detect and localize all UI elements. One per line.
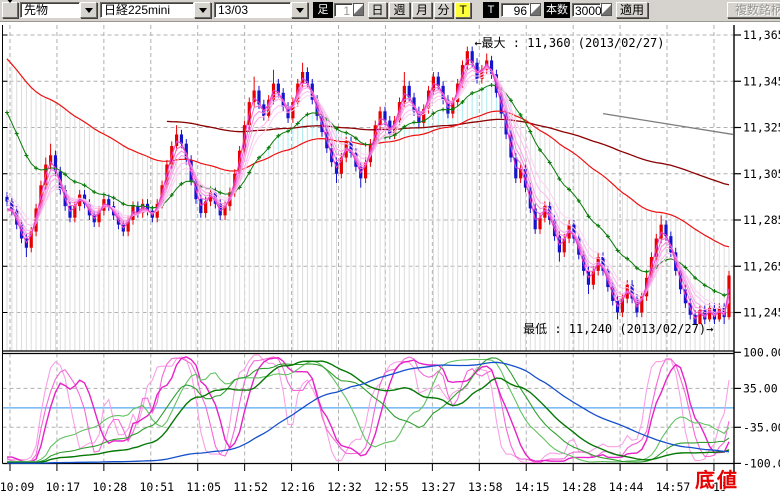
chevron-down-icon[interactable] (80, 2, 97, 18)
moving-averages (5, 59, 733, 319)
chart-application: 11,365 11,345 11,325 11,305 11,285 11,265 11,2… (0, 0, 780, 500)
gridlines (3, 25, 735, 464)
bar-count-label: 本数 (544, 2, 570, 18)
period-weekly-button[interactable]: 週 (389, 2, 410, 18)
toolbar: 先物 日経225mini 13/03 足 1 日 週 月 分 T T 96 本数… (0, 0, 780, 22)
time-axis-label: 13:27 (421, 480, 456, 494)
price-axis-label: 11,345 (743, 74, 780, 88)
spinner-icon[interactable] (353, 3, 364, 16)
time-axis-label: 13:58 (468, 480, 503, 494)
oscillator-axis-label: 100.00 (743, 345, 780, 359)
max-price-annotation: ←最大 : 11,360 (2013/02/27) (474, 36, 664, 50)
bottom-signal-label: 底値 (695, 464, 739, 493)
instrument-name-value: 日経225mini (100, 2, 194, 18)
period-tick-button[interactable]: T (455, 2, 471, 18)
time-axis-label: 12:32 (327, 480, 362, 494)
oscillator-axis-label: -100.00 (743, 456, 780, 470)
oscillator (3, 355, 735, 463)
contract-month-select[interactable]: 13/03 (214, 2, 308, 18)
instrument-name-select[interactable]: 日経225mini (100, 2, 211, 18)
time-axis-label: 11:52 (233, 480, 268, 494)
price-axis-label: 11,325 (743, 121, 780, 135)
chevron-down-icon[interactable] (291, 2, 308, 18)
price-axis-label: 11,365 (743, 28, 780, 42)
time-axis-label: 14:28 (562, 480, 597, 494)
tick-count-label: T (483, 2, 499, 18)
symbol-dropdown-button[interactable] (2, 2, 18, 18)
chevron-down-icon (6, 0, 14, 17)
multi-symbol-button[interactable]: 複数銘柄 (727, 2, 780, 18)
oscillator-axis-label: -35.00 (743, 420, 780, 434)
chart-area[interactable]: 11,365 11,345 11,325 11,305 11,285 11,265 11,2… (0, 0, 780, 500)
price-axis-label: 11,265 (743, 259, 780, 273)
time-axis-label: 10:09 (0, 480, 34, 494)
bar-count-input[interactable]: 3000 (572, 3, 601, 17)
contract-month-value: 13/03 (214, 2, 291, 18)
instrument-type-select[interactable]: 先物 (20, 2, 97, 18)
apply-button[interactable]: 適用 (616, 2, 648, 18)
chevron-down-icon[interactable] (194, 2, 211, 18)
time-axis-label: 14:15 (515, 480, 550, 494)
tick-count-input[interactable]: 96 (501, 3, 530, 17)
time-axis-label: 12:55 (374, 480, 409, 494)
spinner-icon[interactable] (530, 3, 541, 16)
time-axis-label: 14:57 (656, 480, 691, 494)
time-axis-label: 14:44 (609, 480, 644, 494)
price-axis-label: 11,285 (743, 213, 780, 227)
time-axis-label: 10:51 (139, 480, 174, 494)
oscillator-axis-label: 35.00 (743, 381, 778, 395)
time-axis-label: 12:16 (280, 480, 315, 494)
timeframe-label: 足 (313, 2, 333, 18)
period-monthly-button[interactable]: 月 (412, 2, 432, 18)
time-axis-label: 10:28 (93, 480, 128, 494)
slot-hatch (7, 59, 729, 351)
time-axis-label: 10:17 (46, 480, 81, 494)
price-axis-label: 11,245 (743, 306, 780, 320)
period-daily-button[interactable]: 日 (368, 2, 387, 18)
chart-canvas[interactable]: 11,365 11,345 11,325 11,305 11,285 11,265 11,2… (0, 0, 780, 500)
timeframe-value-input[interactable]: 1 (334, 3, 353, 17)
period-minute-button[interactable]: 分 (434, 2, 453, 18)
min-price-annotation: 最低 : 11,240 (2013/02/27)→ (523, 322, 713, 336)
spinner-icon[interactable] (601, 3, 612, 16)
time-axis-label: 11:05 (186, 480, 221, 494)
price-axis-label: 11,305 (743, 167, 780, 181)
instrument-type-value: 先物 (20, 2, 80, 18)
